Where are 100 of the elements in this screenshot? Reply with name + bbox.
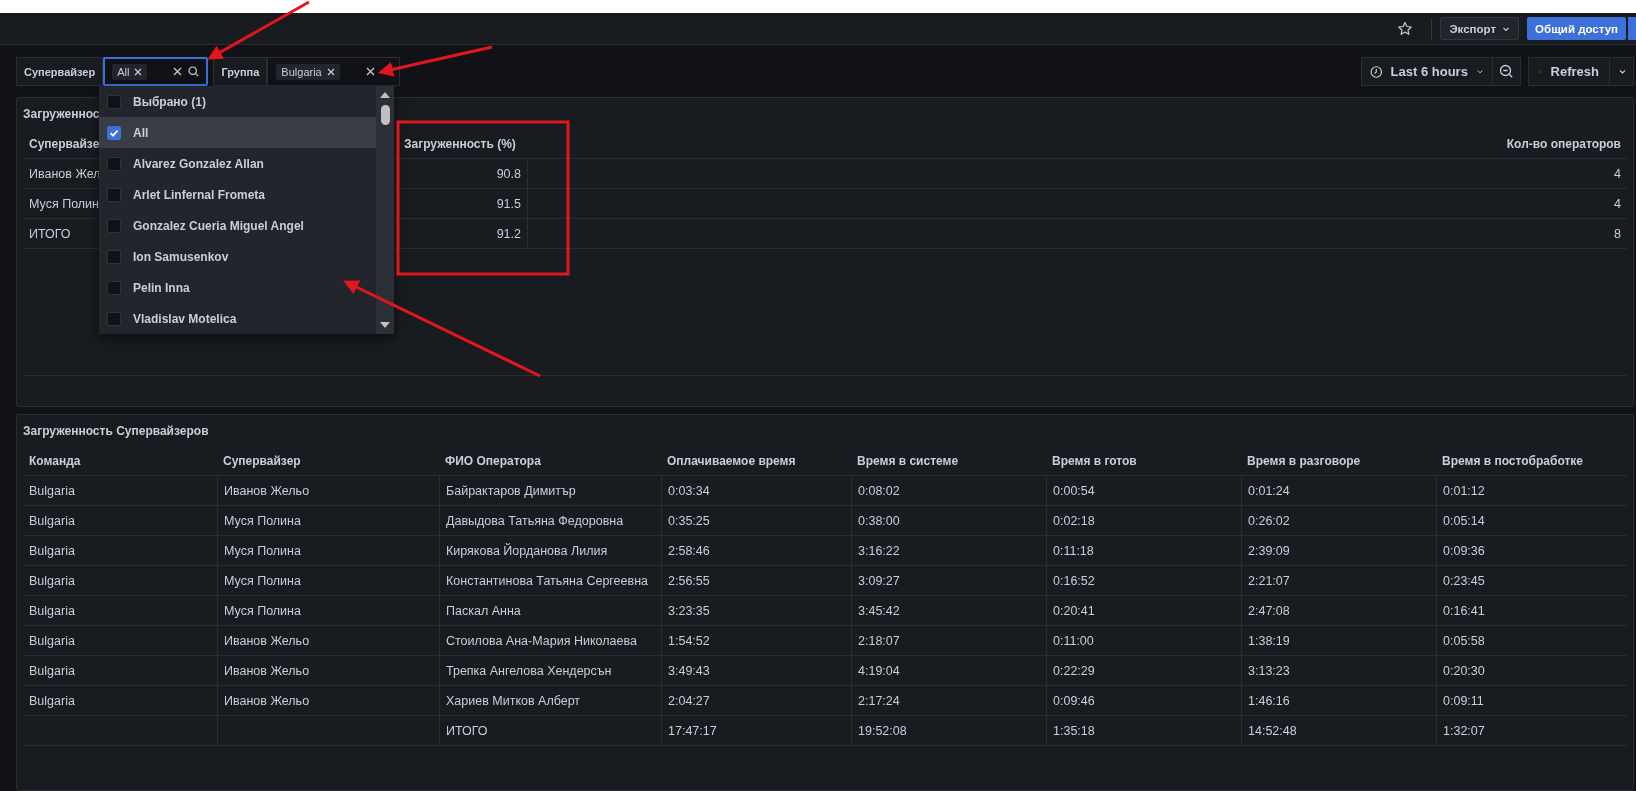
checkbox[interactable]: [107, 280, 121, 295]
table-cell: 2:17:24: [851, 686, 1046, 715]
column-header[interactable]: Время в системе: [851, 453, 1046, 468]
table-cell: 0:09:46: [1046, 686, 1241, 715]
table-cell: 0:05:14: [1436, 506, 1627, 535]
dropdown-option[interactable]: Vladislav Motelica: [99, 303, 376, 334]
table-cell: 0:09:36: [1436, 536, 1627, 565]
table-cell: 0:23:45: [1436, 566, 1627, 595]
column-header[interactable]: Время в готов: [1046, 453, 1241, 468]
table-cell: Муся Полин: [29, 196, 99, 211]
table-cell: 0:02:18: [1046, 506, 1241, 535]
dropdown-option[interactable]: Gonzalez Cueria Miguel Angel: [99, 210, 376, 241]
dropdown-option[interactable]: Arlet Linfernal Frometa: [99, 179, 376, 210]
table-cell: 0:35:25: [661, 506, 851, 535]
checkbox[interactable]: [107, 156, 121, 171]
table-cell: 2:47:08: [1241, 596, 1436, 625]
table-cell: Иванов Жельо: [217, 686, 439, 715]
table-cell: 0:03:34: [661, 476, 851, 505]
refresh-button[interactable]: Refresh: [1528, 57, 1610, 86]
table-cell: 0:20:41: [1046, 596, 1241, 625]
table-cell: Муся Полина: [217, 506, 439, 535]
zoom-out-button[interactable]: [1493, 57, 1521, 86]
table-cell: 0:16:41: [1436, 596, 1627, 625]
filter-chip[interactable]: Bulgaria: [276, 63, 340, 80]
zoom-out-icon: [1499, 64, 1514, 79]
table-cell-text: Bulgaria: [28, 632, 76, 650]
table-cell: 0:11:18: [1046, 536, 1241, 565]
table-cell: Муся Полина: [217, 536, 439, 565]
table-cell: Стоилова Ана-Мария Николаева: [439, 626, 661, 655]
table-cell: 2:18:07: [851, 626, 1046, 655]
triangle-up-icon[interactable]: [379, 90, 391, 99]
table-cell: Байрактаров Димитър: [439, 476, 661, 505]
star-icon[interactable]: [1397, 20, 1414, 37]
panel-title: Загруженность Супервайзеров: [23, 423, 209, 438]
column-header[interactable]: Кол-во операторов: [528, 136, 1627, 151]
close-icon[interactable]: [134, 67, 143, 76]
dropdown-option[interactable]: Alvarez Gonzalez Allan: [99, 148, 376, 179]
clear-icon[interactable]: [173, 67, 183, 76]
table-cell: 2:39:09: [1241, 536, 1436, 565]
table-cell: 0:16:52: [1046, 566, 1241, 595]
time-range-picker[interactable]: Last 6 hours: [1361, 57, 1493, 86]
table-cell: 3:09:27: [851, 566, 1046, 595]
table-cell: 3:13:23: [1241, 656, 1436, 685]
table-cell-text: Bulgaria: [28, 662, 76, 680]
table-cell: Муся Полина: [217, 566, 439, 595]
table-cell: Иванов Жельо: [217, 656, 439, 685]
column-header[interactable]: Загруженность (%): [398, 136, 528, 151]
scrollbar[interactable]: [376, 86, 394, 334]
triangle-down-icon[interactable]: [379, 321, 391, 330]
checkbox[interactable]: [107, 218, 121, 233]
table-cell: 2:58:46: [661, 536, 851, 565]
table-cell: 0:05:58: [1436, 626, 1627, 655]
column-header[interactable]: ФИО Оператора: [439, 453, 661, 468]
filter-chip[interactable]: All: [112, 63, 148, 80]
checkbox[interactable]: [107, 311, 121, 326]
panel-title: Загруженнос: [23, 106, 100, 121]
close-icon[interactable]: [326, 67, 335, 76]
table-cell: 3:23:35: [661, 596, 851, 625]
table-cell: Константинова Татьяна Сергеевна: [439, 566, 661, 595]
table-cell: 0:38:00: [851, 506, 1046, 535]
table-cell: 0:22:29: [1046, 656, 1241, 685]
dropdown-option[interactable]: All: [99, 117, 376, 148]
table-cell: Иванов Жельо: [217, 476, 439, 505]
table-cell: 2:04:27: [661, 686, 851, 715]
export-button[interactable]: Экспорт: [1440, 17, 1520, 40]
checkbox[interactable]: [107, 249, 121, 264]
clear-icon[interactable]: [365, 67, 375, 76]
table-cell: 91.2: [398, 219, 528, 248]
checkbox[interactable]: [107, 94, 121, 109]
share-button[interactable]: Общий доступ: [1527, 17, 1626, 40]
table-cell: 3:45:42: [851, 596, 1046, 625]
dropdown-option[interactable]: Ion Samusenkov: [99, 241, 376, 272]
checkbox[interactable]: [107, 125, 121, 140]
filter-label: Супервайзер: [16, 57, 104, 86]
table-cell: 0:01:12: [1436, 476, 1627, 505]
search-icon[interactable]: [188, 66, 200, 77]
column-header[interactable]: Время в постобработке: [1436, 453, 1627, 468]
filter-select[interactable]: Bulgaria: [267, 57, 400, 86]
dropdown-option[interactable]: Выбрано (1): [99, 86, 376, 117]
filter-label: Группа: [213, 57, 268, 86]
column-header[interactable]: Супервайзер: [217, 453, 439, 468]
table-cell-text: 8: [1613, 225, 1622, 243]
table-cell: 17:47:17: [661, 716, 851, 745]
table-cell: 4:19:04: [851, 656, 1046, 685]
table-cell: 0:00:54: [1046, 476, 1241, 505]
table-cell: 3:49:43: [661, 656, 851, 685]
table-cell: 0:20:30: [1436, 656, 1627, 685]
column-header[interactable]: Оплачиваемое время: [661, 453, 851, 468]
table-cell: 14:52:48: [1241, 716, 1436, 745]
table-cell-text: Bulgaria: [28, 542, 76, 560]
table-cell: Трепка Ангелова Хендерсън: [439, 656, 661, 685]
column-header[interactable]: Команда: [23, 453, 217, 468]
column-header[interactable]: Время в разговоре: [1241, 453, 1436, 468]
filter-select[interactable]: All: [103, 57, 209, 86]
table-cell: Хариев Митков Алберт: [439, 686, 661, 715]
scrollbar-thumb[interactable]: [380, 105, 390, 125]
checkbox[interactable]: [107, 187, 121, 202]
dropdown-option[interactable]: Pelin Inna: [99, 272, 376, 303]
table-cell: 0:11:00: [1046, 626, 1241, 655]
table-cell-text: Bulgaria: [28, 572, 76, 590]
